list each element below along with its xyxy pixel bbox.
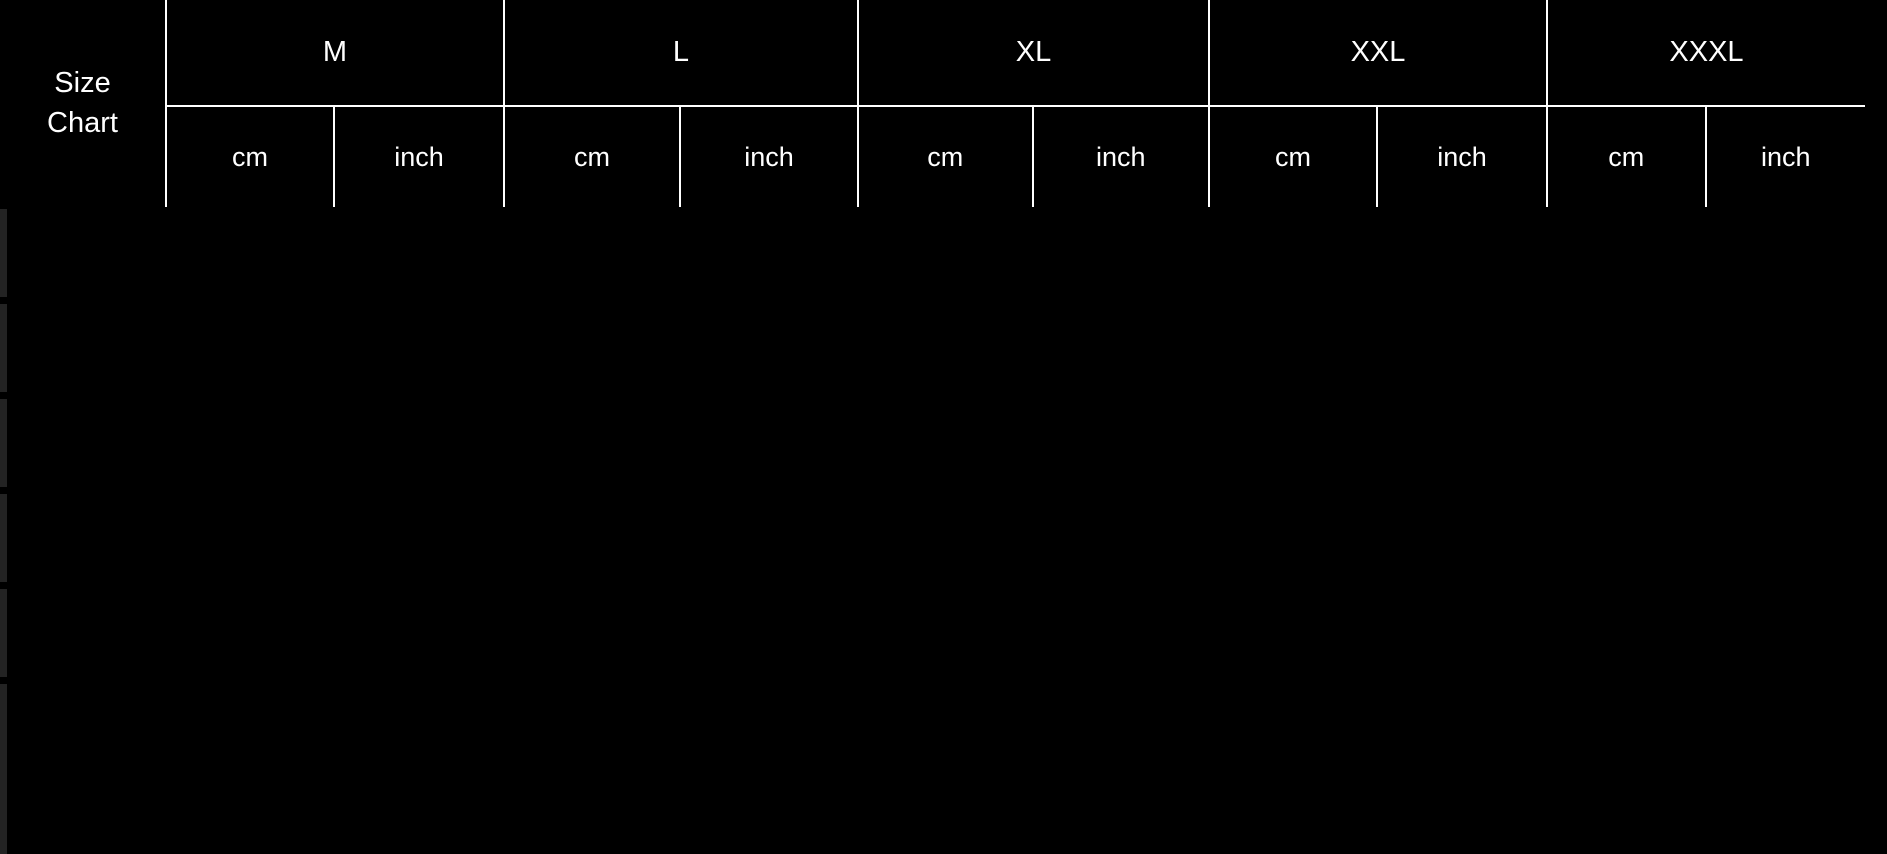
row-separator-stub xyxy=(0,492,7,582)
size-label-l: L xyxy=(672,36,690,68)
row-separator-stub xyxy=(0,682,7,854)
size-chart-body xyxy=(0,207,1887,854)
unit-group-xxl: cm inch xyxy=(1210,105,1548,207)
unit-group-xxxl: cm inch xyxy=(1548,105,1865,207)
unit-label-xxxl-cm: cm xyxy=(1608,141,1645,172)
row-separator-stub xyxy=(0,587,7,677)
unit-label-l-inch: inch xyxy=(744,141,794,172)
unit-label-xl-cm: cm xyxy=(927,141,964,172)
unit-label-xxl-cm: cm xyxy=(1275,141,1311,172)
size-group-header-xxl: XXL xyxy=(1210,0,1548,105)
unit-header-xl-inch: inch xyxy=(1034,107,1209,207)
unit-header-l-inch: inch xyxy=(681,107,857,207)
unit-header-xxl-inch: inch xyxy=(1378,107,1546,207)
unit-label-xxxl-inch: inch xyxy=(1760,141,1811,172)
unit-header-m-cm: cm xyxy=(167,107,335,207)
unit-header-xxxl-cm: cm xyxy=(1548,107,1707,207)
row-separator-stub xyxy=(0,207,7,297)
size-label-xl: XL xyxy=(1015,36,1052,68)
unit-label-m-inch: inch xyxy=(394,141,444,172)
size-chart-table: Size Chart M cm inch L cm inch XL cm inc… xyxy=(0,0,1865,207)
unit-label-l-cm: cm xyxy=(574,141,610,172)
size-group-header-l: L xyxy=(505,0,859,105)
unit-label-xxl-inch: inch xyxy=(1437,141,1487,172)
size-chart-corner-header: Size Chart xyxy=(0,0,167,207)
row-separator-stub xyxy=(0,302,7,392)
size-group-header-xl: XL xyxy=(859,0,1210,105)
unit-header-l-cm: cm xyxy=(505,107,681,207)
unit-header-xxl-cm: cm xyxy=(1210,107,1378,207)
unit-group-l: cm inch xyxy=(505,105,859,207)
unit-header-m-inch: inch xyxy=(335,107,503,207)
unit-group-m: cm inch xyxy=(167,105,505,207)
size-label-m: M xyxy=(322,36,348,68)
size-group-header-m: M xyxy=(167,0,505,105)
unit-label-xl-inch: inch xyxy=(1095,141,1146,172)
unit-group-xl: cm inch xyxy=(859,105,1210,207)
size-group-header-xxxl: XXXL xyxy=(1548,0,1865,105)
unit-header-xxxl-inch: inch xyxy=(1707,107,1866,207)
size-label-xxl: XXL xyxy=(1350,36,1406,68)
size-chart-title: Size Chart xyxy=(47,67,118,139)
unit-label-m-cm: cm xyxy=(232,141,268,172)
row-separator-stub xyxy=(0,397,7,487)
page-root: Size Chart M cm inch L cm inch XL cm inc… xyxy=(0,0,1887,854)
size-label-xxxl: XXXL xyxy=(1669,36,1744,68)
unit-header-xl-cm: cm xyxy=(859,107,1034,207)
